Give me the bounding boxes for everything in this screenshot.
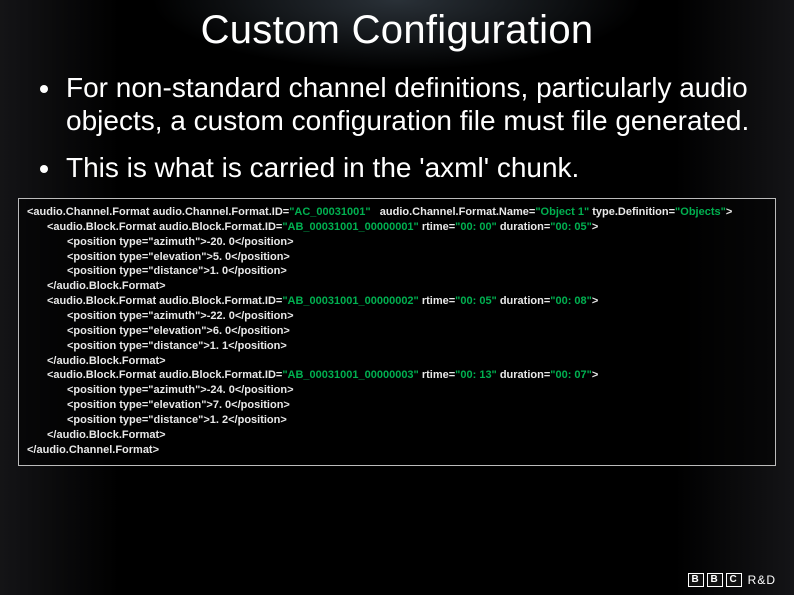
code-line: <position type="azimuth">-22. 0</positio… (27, 309, 767, 324)
bullet-text: For non-standard channel definitions, pa… (66, 71, 754, 137)
bullet-text: This is what is carried in the 'axml' ch… (66, 151, 579, 184)
code-line: <position type="distance">1. 1</position… (27, 339, 767, 354)
code-line: </audio.Block.Format> (27, 428, 767, 443)
code-line: <position type="distance">1. 0</position… (27, 264, 767, 279)
code-line: <position type="azimuth">-24. 0</positio… (27, 383, 767, 398)
code-line: <audio.Block.Format audio.Block.Format.I… (27, 368, 767, 383)
footer-logo: BBC R&D (688, 573, 776, 587)
code-line: <position type="azimuth">-20. 0</positio… (27, 235, 767, 250)
code-line: <audio.Block.Format audio.Block.Format.I… (27, 294, 767, 309)
code-line: </audio.Block.Format> (27, 279, 767, 294)
code-line: <position type="elevation">6. 0</positio… (27, 324, 767, 339)
code-line: </audio.Channel.Format> (27, 444, 159, 456)
code-line: <audio.Channel.Format audio.Channel.Form… (27, 206, 732, 218)
bullet-list: For non-standard channel definitions, pa… (36, 71, 754, 184)
bbc-logo-icon: BBC (688, 573, 742, 587)
slide-title: Custom Configuration (0, 0, 794, 53)
code-line: <position type="elevation">5. 0</positio… (27, 250, 767, 265)
footer-rnd-label: R&D (748, 573, 776, 587)
code-sample: <audio.Channel.Format audio.Channel.Form… (18, 198, 776, 466)
list-item: For non-standard channel definitions, pa… (36, 71, 754, 137)
code-line: <position type="elevation">7. 0</positio… (27, 398, 767, 413)
bullet-dot-icon (40, 165, 48, 173)
list-item: This is what is carried in the 'axml' ch… (36, 151, 754, 184)
bullet-dot-icon (40, 85, 48, 93)
code-line: </audio.Block.Format> (27, 354, 767, 369)
code-line: <audio.Block.Format audio.Block.Format.I… (27, 220, 767, 235)
code-line: <position type="distance">1. 2</position… (27, 413, 767, 428)
